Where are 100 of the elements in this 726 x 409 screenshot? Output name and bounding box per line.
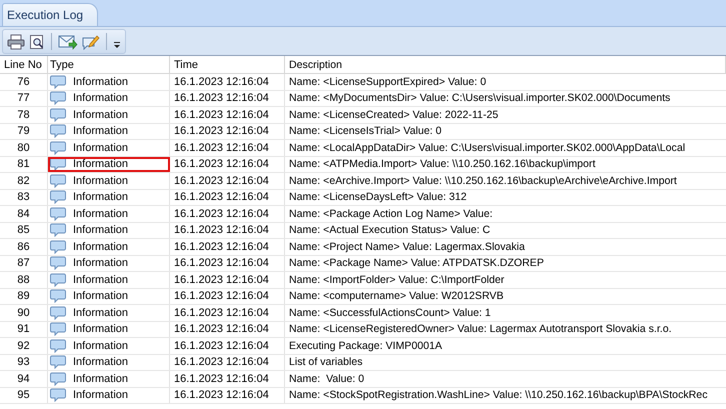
type-text: Information <box>73 356 128 368</box>
line-number-cell: 90 <box>0 305 48 320</box>
speech-bubble-icon <box>50 174 66 188</box>
line-number-cell: 92 <box>0 338 48 354</box>
description-cell-text: Name: <computername> Value: W2012SRVB <box>288 289 505 304</box>
column-header[interactable]: Time <box>170 56 285 73</box>
envelope-arrow-icon[interactable] <box>58 34 78 50</box>
dropdown-caret-icon[interactable] <box>113 40 121 48</box>
line-number-cell: 81 <box>0 156 48 172</box>
speech-bubble-icon <box>50 190 66 204</box>
description-cell-text: Name: <LicenseIsTrial> Value: 0 <box>288 124 443 139</box>
speech-bubble-icon <box>50 140 66 155</box>
line-number-cell: 91 <box>0 322 48 337</box>
time-cell: 16.1.2023 12:16:04 <box>170 156 285 172</box>
speech-bubble-icon <box>50 372 66 386</box>
time-cell: 16.1.2023 12:16:04 <box>170 222 285 238</box>
line-number-cell: 78 <box>0 107 48 122</box>
description-cell-text: Name: <Package Name> Value: ATPDATSK.DZOREP <box>288 256 545 271</box>
line-number-cell: 86 <box>0 239 48 254</box>
speech-bubble-icon <box>50 272 66 287</box>
line-number-cell: 80 <box>0 140 48 156</box>
time-cell: 16.1.2023 12:16:04 <box>170 107 285 122</box>
description-cell-text: Name: <LicenseRegisteredOwner> Value: Lagermax Autotransport Slovakia s.r.o. <box>288 322 673 337</box>
line-number-cell: 85 <box>0 222 48 238</box>
description-cell-text: Name: <SuccessfulActionsCount> Value: 1 <box>288 306 492 320</box>
speech-bubble-icon <box>50 240 66 254</box>
time-cell: 16.1.2023 12:16:04 <box>170 322 285 337</box>
description-cell-text: Name: <StockSpotRegistration.WashLine> Value: \\10.250.162.16\backup\BPA\StockRec <box>288 388 708 403</box>
speech-bubble-icon <box>50 355 66 370</box>
type-text: Information <box>73 208 128 220</box>
note-pencil-icon[interactable] <box>82 34 100 50</box>
time-cell: 16.1.2023 12:16:04 <box>170 354 285 370</box>
description-cell-text: Name: <Package Action Log Name> Value: <box>288 206 494 222</box>
speech-bubble-icon <box>50 108 66 122</box>
type-text: Information <box>73 224 128 236</box>
description-cell-text: Name: <ATPMedia.Import> Value: \\10.250.162.16\backup\import <box>288 157 596 172</box>
description-cell-text: Name: <eArchive.Import> Value: \\10.250.162.16\backup\eArchive\eArchive.Import <box>288 174 678 188</box>
description-cell-text: Name: <ImportFolder> Value: C:\ImportFolder <box>288 272 506 288</box>
time-cell: 16.1.2023 12:16:04 <box>170 371 285 386</box>
speech-bubble-icon <box>50 74 66 89</box>
speech-bubble-icon <box>50 289 66 304</box>
column-header[interactable]: Type <box>48 56 170 73</box>
line-number-cell: 76 <box>0 74 48 90</box>
description-cell-text: Name: <LicenseSupportExpired> Value: 0 <box>288 74 488 90</box>
line-number-cell: 79 <box>0 124 48 139</box>
type-text: Information <box>73 92 128 104</box>
line-number-cell: 77 <box>0 90 48 106</box>
type-text: Information <box>73 340 128 352</box>
type-text: Information <box>73 142 128 154</box>
time-cell: 16.1.2023 12:16:04 <box>170 338 285 354</box>
type-text: Information <box>73 274 128 286</box>
time-cell: 16.1.2023 12:16:04 <box>170 173 285 188</box>
time-cell: 16.1.2023 12:16:04 <box>170 140 285 156</box>
description-cell-text: Name: <MyDocumentsDir> Value: C:\Users\visual.importer.SK02.000\Documents <box>288 91 672 106</box>
speech-bubble-icon <box>50 388 66 402</box>
speech-bubble-icon <box>50 338 66 353</box>
tab[interactable]: Execution Log <box>2 3 98 26</box>
line-number-cell: 87 <box>0 256 48 271</box>
type-text: Information <box>73 191 128 204</box>
time-cell: 16.1.2023 12:16:04 <box>170 74 285 90</box>
speech-bubble-icon <box>50 223 66 238</box>
speech-bubble-icon <box>50 206 66 221</box>
line-number-cell: 93 <box>0 354 48 370</box>
time-cell: 16.1.2023 12:16:04 <box>170 256 285 271</box>
speech-bubble-icon <box>50 157 66 172</box>
description-cell-text: Name: Value: 0 <box>288 372 366 386</box>
type-text: Information <box>73 76 128 88</box>
description-cell-text: List of variables <box>288 355 364 370</box>
description-cell-text: Name: <LicenseDaysLeft> Value: 312 <box>288 190 468 205</box>
line-number-cell: 83 <box>0 190 48 205</box>
line-number-cell: 95 <box>0 388 48 403</box>
type-text: Information <box>73 108 128 121</box>
print-preview-icon[interactable] <box>29 34 45 50</box>
time-cell: 16.1.2023 12:16:04 <box>170 239 285 254</box>
line-number-cell: 88 <box>0 272 48 288</box>
speech-bubble-icon <box>50 124 66 138</box>
description-cell-text: Name: <Project Name> Value: Lagermax.Slovakia <box>288 240 526 254</box>
printer-icon[interactable] <box>7 34 25 50</box>
time-cell: 16.1.2023 12:16:04 <box>170 190 285 205</box>
speech-bubble-icon <box>50 91 66 106</box>
line-number-cell: 94 <box>0 371 48 386</box>
speech-bubble-icon <box>50 306 66 320</box>
line-number-cell: 82 <box>0 173 48 188</box>
type-text: Information <box>73 158 128 170</box>
description-cell-text: Name: <Actual Execution Status> Value: C <box>288 223 492 238</box>
type-text: Information <box>73 257 128 270</box>
time-cell: 16.1.2023 12:16:04 <box>170 272 285 288</box>
type-text: Information <box>73 174 128 187</box>
line-number-cell: 84 <box>0 206 48 222</box>
time-cell: 16.1.2023 12:16:04 <box>170 305 285 320</box>
time-cell: 16.1.2023 12:16:04 <box>170 388 285 403</box>
type-text: Information <box>73 372 128 385</box>
description-cell-text: Name: <LicenseCreated> Value: 2022-11-25 <box>288 108 500 122</box>
type-text: Information <box>73 323 128 336</box>
time-cell: 16.1.2023 12:16:04 <box>170 206 285 222</box>
type-text: Information <box>73 290 128 302</box>
type-text: Information <box>73 240 128 253</box>
column-header[interactable]: Description <box>285 56 726 73</box>
column-header[interactable]: Line No <box>0 56 48 73</box>
time-cell: 16.1.2023 12:16:04 <box>170 90 285 106</box>
